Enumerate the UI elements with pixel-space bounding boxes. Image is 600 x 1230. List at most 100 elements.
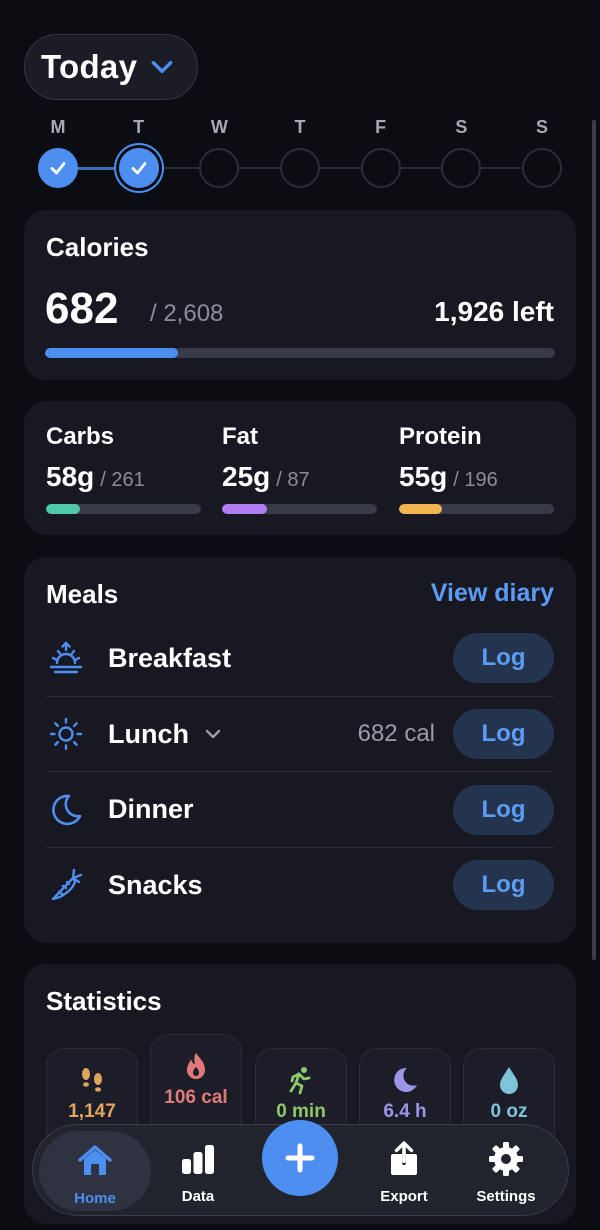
- flame-icon: [182, 1051, 210, 1081]
- calories-goal: / 2,608: [150, 300, 224, 327]
- add-entry-button[interactable]: [262, 1120, 338, 1196]
- macro-progress-fill: [46, 504, 81, 514]
- tab-settings[interactable]: Settings: [463, 1125, 549, 1217]
- tab-settings-label: Settings: [476, 1188, 536, 1205]
- week-day-circle[interactable]: [199, 148, 240, 188]
- header: Today: [24, 34, 199, 100]
- week-day-circle[interactable]: [280, 148, 320, 188]
- tab-data[interactable]: Data: [157, 1125, 239, 1217]
- macro-values: 58g/ 261: [46, 461, 201, 493]
- week-day-letter: F: [375, 117, 387, 137]
- macro-fat: Fat 25g/ 87: [222, 423, 377, 493]
- meals-card: Meals View diary Breakfast Log Lunch 682 ca…: [24, 557, 576, 943]
- macro-progress-fill: [222, 504, 267, 514]
- home-icon: [78, 1145, 112, 1175]
- week-day[interactable]: W: [199, 114, 240, 188]
- macro-name: Carbs: [46, 423, 115, 450]
- meal-calories: 682 cal: [357, 720, 435, 747]
- meals-title: Meals: [46, 579, 119, 609]
- week-day[interactable]: T: [280, 114, 320, 188]
- date-selector-label: Today: [41, 48, 138, 85]
- macro-target: / 196: [453, 469, 498, 491]
- meal-row-breakfast[interactable]: Breakfast Log: [46, 620, 554, 696]
- calories-left: 1,926 left: [434, 296, 554, 327]
- log-button[interactable]: Log: [453, 784, 554, 835]
- week-day-letter: T: [133, 117, 145, 137]
- macro-progress-bar: [399, 504, 554, 514]
- week-day[interactable]: F: [360, 114, 401, 188]
- week-day-letter: M: [50, 117, 66, 137]
- week-day-circle[interactable]: [118, 148, 159, 188]
- week-day[interactable]: S: [441, 114, 482, 188]
- meal-name: Snacks: [108, 869, 203, 900]
- moon-icon: [391, 1065, 419, 1095]
- meal-name: Breakfast: [108, 642, 232, 673]
- footprints-icon: [78, 1065, 106, 1095]
- week-day-letter: S: [536, 117, 549, 137]
- week-day-circle[interactable]: [360, 148, 401, 188]
- carrot-icon: [46, 865, 86, 905]
- meal-row-lunch[interactable]: Lunch 682 cal Log: [46, 695, 554, 772]
- week-day[interactable]: S: [522, 114, 563, 188]
- macro-name: Fat: [222, 423, 258, 450]
- macro-name: Protein: [399, 423, 482, 450]
- tab-data-label: Data: [181, 1188, 215, 1205]
- tab-export[interactable]: Export: [363, 1125, 445, 1217]
- tab-export-label: Export: [380, 1188, 428, 1205]
- week-day-circle[interactable]: [38, 148, 78, 188]
- meal-name: Dinner: [108, 794, 194, 824]
- bar-chart-icon: [182, 1145, 214, 1174]
- moon-icon: [46, 790, 86, 830]
- macros-card[interactable]: Carbs 58g/ 261 Fat 25g/ 87 Protein 55g/ 196: [24, 401, 576, 535]
- meal-row-snacks[interactable]: Snacks Log: [46, 846, 554, 923]
- log-button[interactable]: Log: [453, 633, 554, 683]
- check-icon: [48, 158, 68, 178]
- meal-row-dinner[interactable]: Dinner Log: [46, 771, 554, 847]
- date-selector-button[interactable]: Today: [24, 34, 199, 100]
- week-day[interactable]: T: [118, 114, 159, 188]
- stat-value: 6.4 h: [383, 1101, 427, 1122]
- tab-home[interactable]: Home: [39, 1131, 151, 1211]
- week-day-letter: S: [455, 117, 468, 137]
- calories-eaten: 682: [45, 284, 119, 333]
- stat-value: 106 cal: [164, 1087, 228, 1108]
- sun-icon: [46, 714, 86, 754]
- tab-home-label: Home: [74, 1190, 116, 1207]
- macro-progress-bar: [222, 504, 377, 514]
- week-day-letter: T: [294, 117, 306, 137]
- view-diary-link[interactable]: View diary: [431, 579, 554, 608]
- check-icon: [129, 158, 149, 178]
- macro-target: / 261: [100, 469, 145, 491]
- week-day-circle[interactable]: [522, 148, 563, 188]
- week-day-circle[interactable]: [441, 148, 482, 188]
- meal-name: Lunch: [108, 718, 189, 749]
- macro-carbs: Carbs 58g/ 261: [46, 423, 201, 493]
- macro-target: / 87: [276, 469, 310, 491]
- statistics-title: Statistics: [46, 986, 162, 1016]
- chevron-down-icon: [151, 60, 173, 74]
- running-icon: [287, 1065, 315, 1095]
- gear-icon: [489, 1142, 523, 1176]
- macro-values: 55g/ 196: [399, 461, 554, 493]
- sunrise-icon: [46, 638, 86, 678]
- macro-progress-bar: [46, 504, 201, 514]
- week-day-letter: W: [210, 117, 228, 137]
- log-button[interactable]: Log: [453, 860, 554, 910]
- drop-icon: [495, 1065, 523, 1095]
- calories-progress-bar: [45, 348, 555, 358]
- log-button[interactable]: Log: [453, 709, 554, 759]
- macro-progress-fill: [399, 504, 443, 514]
- macro-value: 55g: [399, 461, 448, 492]
- week-strip: MTWTFSS: [38, 114, 563, 194]
- macro-protein: Protein 55g/ 196: [399, 423, 554, 493]
- calories-card[interactable]: Calories 682 / 2,608 1,926 left: [24, 210, 576, 380]
- macro-values: 25g/ 87: [222, 461, 377, 493]
- chevron-down-icon[interactable]: [203, 724, 223, 744]
- share-icon: [391, 1141, 417, 1175]
- calories-progress-fill: [45, 348, 178, 358]
- stat-value: 0 oz: [490, 1101, 528, 1122]
- calories-title: Calories: [46, 232, 149, 262]
- scrollbar[interactable]: [592, 120, 596, 960]
- week-day[interactable]: M: [38, 114, 78, 188]
- stat-value: 1,147: [68, 1101, 116, 1122]
